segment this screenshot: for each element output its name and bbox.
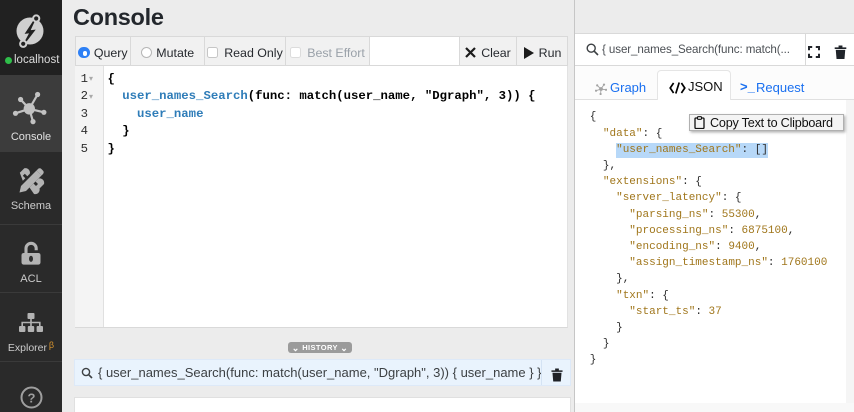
svg-text:?: ? bbox=[28, 391, 36, 406]
